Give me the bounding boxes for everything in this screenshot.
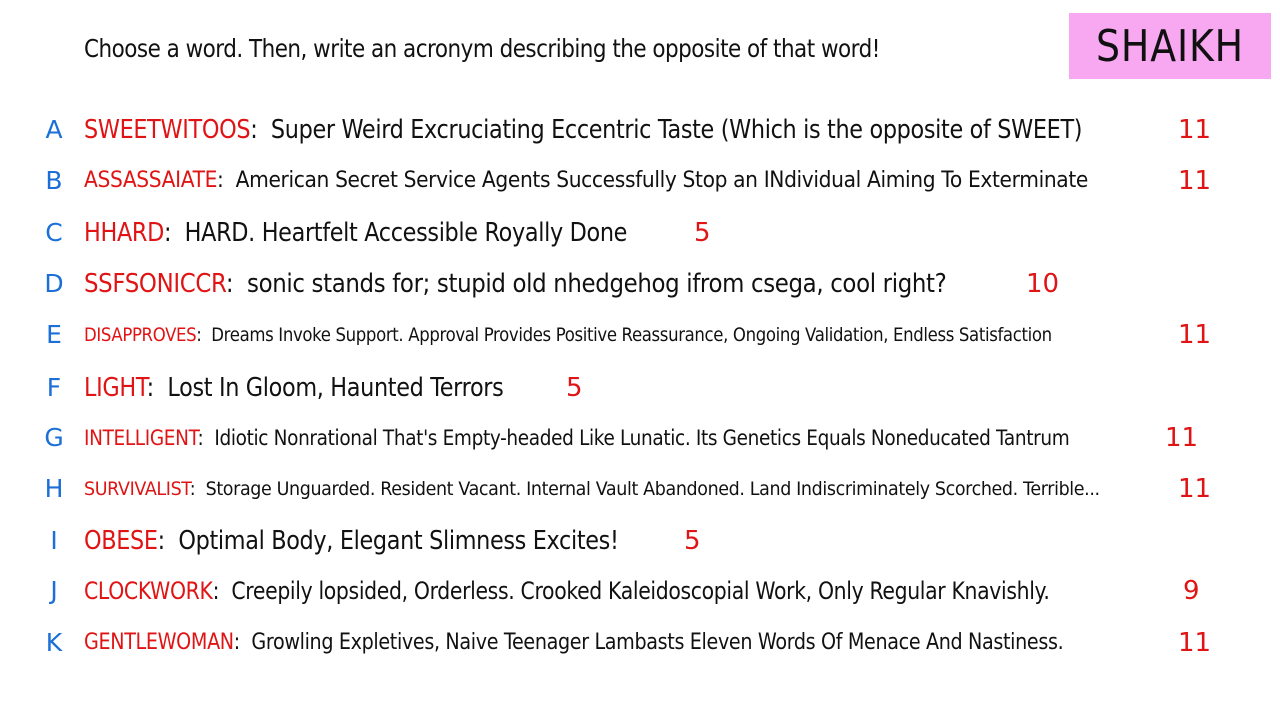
entry-count: 5 bbox=[684, 526, 701, 556]
entry-letter: K bbox=[45, 628, 63, 657]
entry-word: SWEETWITOOS bbox=[84, 115, 251, 145]
entry-count: 10 bbox=[1026, 269, 1060, 299]
entry-letter: F bbox=[46, 373, 62, 402]
entry-letter: I bbox=[50, 526, 58, 555]
entry-text: DISAPPROVES: Dreams Invoke Support. Appr… bbox=[84, 324, 1052, 346]
entry-count: 11 bbox=[1178, 628, 1212, 658]
entry-count: 11 bbox=[1178, 474, 1212, 504]
entry-definition: Idiotic Nonrational That's Empty-headed … bbox=[214, 426, 1070, 450]
entry-count: 11 bbox=[1165, 423, 1199, 453]
entry-text: INTELLIGENT: Idiotic Nonrational That's … bbox=[84, 426, 1070, 450]
entry-row: I OBESE: Optimal Body, Elegant Slimness … bbox=[0, 521, 1280, 561]
entry-text: SWEETWITOOS: Super Weird Excruciating Ec… bbox=[84, 115, 1083, 145]
entry-word: GENTLEWOMAN bbox=[84, 630, 234, 655]
entry-word: SURVIVALIST bbox=[84, 478, 190, 500]
entry-text: SSFSONICCR: sonic stands for; stupid old… bbox=[84, 269, 947, 299]
entry-word: OBESE bbox=[84, 526, 158, 556]
entry-count: 5 bbox=[566, 373, 583, 403]
entry-text: LIGHT: Lost In Gloom, Haunted Terrors bbox=[84, 373, 504, 403]
entry-letter: J bbox=[50, 576, 58, 605]
entry-count: 11 bbox=[1178, 115, 1212, 145]
entry-word: CLOCKWORK bbox=[84, 577, 213, 605]
entry-definition: HARD. Heartfelt Accessible Royally Done bbox=[184, 218, 628, 248]
entry-word: SSFSONICCR bbox=[84, 269, 226, 299]
entry-row: C HHARD: HARD. Heartfelt Accessible Roya… bbox=[0, 213, 1280, 253]
entry-row: B ASSASSAIATE: American Secret Service A… bbox=[0, 161, 1280, 201]
entry-letter: H bbox=[44, 474, 64, 503]
entry-letter: G bbox=[44, 423, 64, 452]
entry-definition: Creepily lopsided, Orderless. Crooked Ka… bbox=[231, 577, 1050, 605]
entry-row: H SURVIVALIST: Storage Unguarded. Reside… bbox=[0, 469, 1280, 509]
entry-letter: E bbox=[46, 320, 62, 349]
entry-letter: D bbox=[44, 269, 64, 298]
entry-row: F LIGHT: Lost In Gloom, Haunted Terrors … bbox=[0, 368, 1280, 408]
entry-definition: American Secret Service Agents Successfu… bbox=[235, 168, 1089, 193]
entry-word: HHARD bbox=[84, 218, 164, 248]
entry-definition: Super Weird Excruciating Eccentric Taste… bbox=[270, 115, 1083, 145]
entry-text: HHARD: HARD. Heartfelt Accessible Royall… bbox=[84, 218, 628, 248]
entry-row: J CLOCKWORK: Creepily lopsided, Orderles… bbox=[0, 571, 1280, 611]
entry-text: ASSASSAIATE: American Secret Service Age… bbox=[84, 168, 1089, 193]
entry-word: LIGHT bbox=[84, 373, 147, 403]
name-tag: SHAIKH bbox=[1069, 13, 1271, 79]
entry-definition: Growling Expletives, Naive Teenager Lamb… bbox=[251, 630, 1064, 655]
entry-word: DISAPPROVES bbox=[84, 324, 197, 346]
entry-letter: C bbox=[45, 218, 63, 247]
entry-count: 9 bbox=[1183, 576, 1200, 606]
entry-definition: Storage Unguarded. Resident Vacant. Inte… bbox=[205, 478, 1101, 500]
entry-definition: sonic stands for; stupid old nhedgehog i… bbox=[247, 269, 947, 299]
entry-text: OBESE: Optimal Body, Elegant Slimness Ex… bbox=[84, 526, 619, 556]
entry-word: INTELLIGENT bbox=[84, 426, 198, 450]
entry-letter: A bbox=[45, 115, 63, 144]
entry-row: A SWEETWITOOS: Super Weird Excruciating … bbox=[0, 110, 1280, 150]
entry-row: K GENTLEWOMAN: Growling Expletives, Naiv… bbox=[0, 623, 1280, 663]
entry-count: 11 bbox=[1178, 320, 1212, 350]
entry-row: D SSFSONICCR: sonic stands for; stupid o… bbox=[0, 264, 1280, 304]
name-label: SHAIKH bbox=[1096, 20, 1244, 72]
entry-definition: Dreams Invoke Support. Approval Provides… bbox=[211, 324, 1052, 346]
entry-text: CLOCKWORK: Creepily lopsided, Orderless.… bbox=[84, 577, 1050, 605]
entry-row: G INTELLIGENT: Idiotic Nonrational That'… bbox=[0, 418, 1280, 458]
entry-row: E DISAPPROVES: Dreams Invoke Support. Ap… bbox=[0, 315, 1280, 355]
entry-letter: B bbox=[45, 166, 63, 195]
entry-text: GENTLEWOMAN: Growling Expletives, Naive … bbox=[84, 630, 1064, 655]
entry-word: ASSASSAIATE bbox=[84, 168, 218, 193]
entry-definition: Optimal Body, Elegant Slimness Excites! bbox=[178, 526, 619, 556]
entry-text: SURVIVALIST: Storage Unguarded. Resident… bbox=[84, 478, 1101, 500]
entry-definition: Lost In Gloom, Haunted Terrors bbox=[167, 373, 504, 403]
instruction-text: Choose a word. Then, write an acronym de… bbox=[84, 34, 880, 63]
entry-count: 5 bbox=[694, 218, 711, 248]
entry-count: 11 bbox=[1178, 166, 1212, 196]
